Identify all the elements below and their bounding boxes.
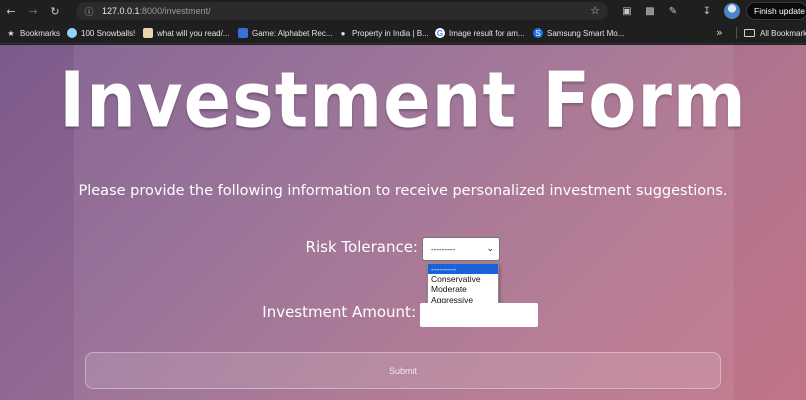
risk-tolerance-select[interactable]: --------- ⌄ <box>422 237 500 261</box>
snowball-favicon-icon <box>67 28 77 38</box>
address-bar[interactable]: ⓘ 127.0.0.1:8000/investment/ ☆ <box>76 2 608 20</box>
finish-update-button[interactable]: Finish update <box>746 2 806 20</box>
investment-amount-input[interactable] <box>420 303 538 327</box>
download-icon[interactable]: ↧ <box>700 4 714 18</box>
bookmarks-divider <box>736 27 737 39</box>
option-moderate[interactable]: Moderate <box>428 284 498 294</box>
bookmark-star-icon[interactable]: ☆ <box>590 4 600 17</box>
risk-tolerance-label: Risk Tolerance: <box>305 238 418 256</box>
bookmark-item-bookmarks[interactable]: ★ Bookmarks <box>6 22 60 44</box>
page-subtitle: Please provide the following information… <box>78 183 728 199</box>
chevron-down-icon: ⌄ <box>486 243 494 253</box>
bookmark-item-what-will-you-read[interactable]: what will you read/... <box>143 22 229 44</box>
extensions-puzzle-icon[interactable]: ✎ <box>666 4 680 18</box>
investment-amount-label: Investment Amount: <box>262 303 416 321</box>
extension-shield-icon[interactable]: ▩ <box>643 4 657 18</box>
book-favicon-icon <box>143 28 153 38</box>
bookmark-item-alphabet-game[interactable]: Game: Alphabet Rec... <box>238 22 333 44</box>
url-text: 127.0.0.1:8000/investment/ <box>102 6 211 16</box>
back-arrow-icon[interactable]: ← <box>0 0 22 22</box>
bookmark-item-snowballs[interactable]: 100 Snowballs! <box>67 22 135 44</box>
bookmarks-bar: ★ Bookmarks 100 Snowballs! what will you… <box>0 22 806 44</box>
bookmark-item-property-india[interactable]: ● Property in India | B... <box>338 22 429 44</box>
risk-tolerance-dropdown: --------- Conservative Moderate Aggressi… <box>427 263 499 305</box>
tab-search-icon[interactable]: ▣ <box>620 4 634 18</box>
globe-icon: ● <box>340 28 346 38</box>
star-icon: ★ <box>7 28 15 38</box>
game-favicon-icon <box>238 28 248 38</box>
samsung-favicon-icon: S <box>533 28 543 38</box>
forward-arrow-icon[interactable]: → <box>22 0 44 22</box>
folder-icon <box>744 29 755 37</box>
page-title: Investment Form <box>59 54 747 146</box>
chevron-more-icon[interactable]: » <box>716 26 723 39</box>
bookmark-item-samsung[interactable]: S Samsung Smart Mo... <box>533 22 624 44</box>
reload-icon[interactable]: ↻ <box>44 0 66 22</box>
bookmark-item-image-result[interactable]: G Image result for am... <box>435 22 525 44</box>
submit-button[interactable]: Submit <box>85 352 721 389</box>
google-favicon-icon: G <box>435 28 445 38</box>
profile-avatar[interactable] <box>724 3 740 19</box>
all-bookmarks-button[interactable]: All Bookmarks <box>744 22 806 44</box>
option-conservative[interactable]: Conservative <box>428 274 498 284</box>
page-viewport: Investment Form Please provide the follo… <box>0 45 806 400</box>
site-info-icon[interactable]: ⓘ <box>80 5 98 18</box>
option-blank[interactable]: --------- <box>428 264 498 275</box>
